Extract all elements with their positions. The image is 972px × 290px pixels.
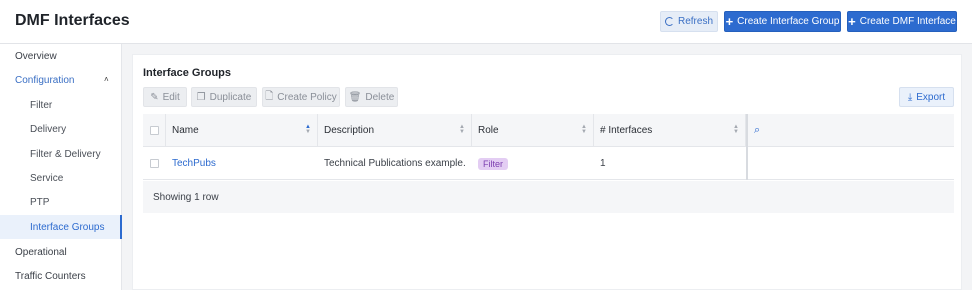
duplicate-button[interactable]: ❐ Duplicate <box>191 87 257 107</box>
column-header-label: Name <box>172 125 199 136</box>
row-checkbox[interactable] <box>150 159 159 168</box>
interface-count: 1 <box>600 158 606 169</box>
sidebar-item-label: Operational <box>15 246 67 258</box>
cell-role: Filter <box>472 147 594 180</box>
panel-title: Interface Groups <box>143 67 232 79</box>
export-label: Export <box>916 91 946 103</box>
table-row[interactable]: TechPubs Technical Publications example.… <box>143 147 954 180</box>
delete-label: Delete <box>365 91 395 103</box>
cell-interfaces: 1 <box>594 147 746 180</box>
column-header-description[interactable]: Description ▲ ▼ <box>318 114 472 147</box>
table-footer: Showing 1 row <box>143 181 954 213</box>
interface-groups-panel: Interface Groups ✎ Edit ❐ Duplicate 🗋 Cr… <box>132 54 962 290</box>
create-dmf-interface-label: Create DMF Interface <box>859 16 956 27</box>
sidebar-item-label: Delivery <box>30 123 67 135</box>
sidebar-item-service[interactable]: Service <box>0 166 122 190</box>
sort-icon: ▲ ▼ <box>733 124 739 135</box>
sidebar-item-label: Configuration <box>15 74 75 86</box>
sidebar-item-ptp[interactable]: PTP <box>0 190 122 214</box>
column-header-role[interactable]: Role ▲ ▼ <box>472 114 594 147</box>
page-header: DMF Interfaces Refresh + Create Interfac… <box>0 0 972 44</box>
group-name-link[interactable]: TechPubs <box>172 158 216 169</box>
sidebar-item-filter-delivery[interactable]: Filter & Delivery <box>0 142 122 166</box>
refresh-label: Refresh <box>677 16 713 27</box>
create-interface-group-button[interactable]: + Create Interface Group <box>724 11 841 32</box>
search-icon[interactable]: ⌕ <box>754 124 760 137</box>
sort-icon: ▲ ▼ <box>459 124 465 135</box>
export-icon: ⤓ <box>907 91 913 103</box>
plus-icon: + <box>848 14 856 29</box>
role-badge: Filter <box>478 157 508 170</box>
column-header-label: # Interfaces <box>600 125 653 136</box>
delete-button[interactable]: 🗑 Delete <box>345 87 398 107</box>
select-all-checkbox-cell <box>143 114 166 147</box>
create-interface-group-label: Create Interface Group <box>737 16 840 27</box>
sidebar-item-label: Overview <box>15 50 57 62</box>
cell-description: Technical Publications example. <box>318 147 472 180</box>
row-checkbox-cell <box>143 147 166 180</box>
trash-icon: 🗑 <box>348 91 362 103</box>
column-header-label: Description <box>324 125 375 136</box>
document-icon: 🗋 <box>265 90 274 102</box>
sidebar-item-operational[interactable]: Operational <box>0 240 122 264</box>
sidebar-item-overview[interactable]: Overview <box>0 44 122 68</box>
pencil-icon: ✎ <box>150 91 159 103</box>
column-header-name[interactable]: Name ▲ ▼ <box>166 114 318 147</box>
cell-name: TechPubs <box>166 147 318 180</box>
edit-button[interactable]: ✎ Edit <box>143 87 187 107</box>
column-header-label: Role <box>478 125 499 136</box>
chevron-up-icon: ˄ <box>104 75 109 84</box>
sidebar-item-label: Service <box>30 172 64 184</box>
create-policy-button[interactable]: 🗋 Create Policy <box>262 87 340 107</box>
sidebar-item-label: Traffic Counters <box>15 270 86 282</box>
sidebar-item-label: Interface Groups <box>30 221 105 233</box>
sidebar-item-label: Filter <box>30 99 53 111</box>
row-count-text: Showing 1 row <box>153 191 219 203</box>
sidebar-item-filter[interactable]: Filter <box>0 93 122 117</box>
copy-icon: ❐ <box>196 91 206 103</box>
create-policy-label: Create Policy <box>277 91 337 103</box>
column-divider[interactable] <box>746 114 748 180</box>
sidebar-item-delivery[interactable]: Delivery <box>0 117 122 141</box>
edit-label: Edit <box>162 91 180 103</box>
refresh-icon <box>664 17 674 26</box>
plus-icon: + <box>725 14 734 29</box>
column-header-interfaces[interactable]: # Interfaces ▲ ▼ <box>594 114 746 147</box>
create-dmf-interface-button[interactable]: + Create DMF Interface <box>847 11 957 32</box>
sidebar: Overview Configuration ˄ Filter Delivery… <box>0 44 122 290</box>
select-all-checkbox[interactable] <box>149 126 159 135</box>
table-header: Name ▲ ▼ Description ▲ ▼ Role ▲ ▼ # Interfa… <box>143 114 954 147</box>
column-search-cell: ⌕ <box>748 114 954 147</box>
page-title: DMF Interfaces <box>15 12 130 29</box>
refresh-button[interactable]: Refresh <box>660 11 718 32</box>
main-content: Interface Groups ✎ Edit ❐ Duplicate 🗋 Cr… <box>122 44 972 290</box>
export-button[interactable]: ⤓ Export <box>899 87 954 107</box>
sidebar-item-label: Filter & Delivery <box>30 148 101 160</box>
sidebar-item-interface-groups[interactable]: Interface Groups <box>0 215 122 239</box>
sort-icon: ▲ ▼ <box>305 124 311 135</box>
duplicate-label: Duplicate <box>209 91 252 103</box>
sort-icon: ▲ ▼ <box>581 124 587 135</box>
sidebar-item-label: PTP <box>30 196 50 208</box>
sidebar-item-traffic-counters[interactable]: Traffic Counters <box>0 264 122 288</box>
group-description: Technical Publications example. <box>324 158 466 169</box>
sidebar-item-configuration[interactable]: Configuration ˄ <box>0 68 122 92</box>
